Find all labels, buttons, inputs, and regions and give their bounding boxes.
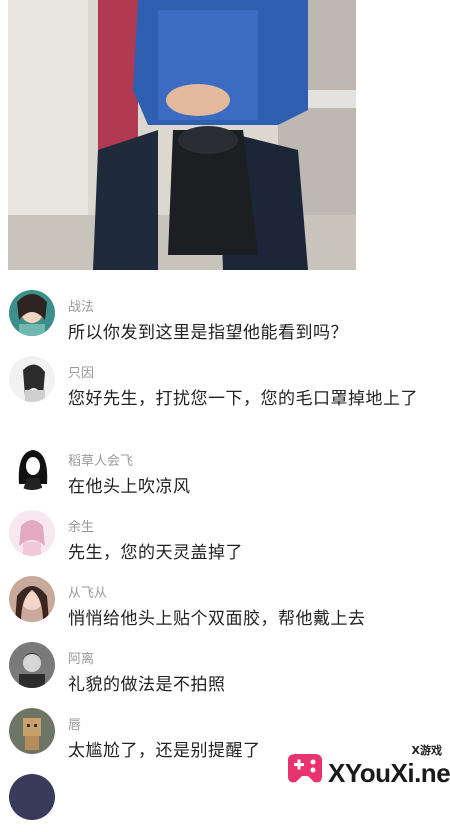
watermark-site-name: XYouXi.net [328,758,450,788]
comment-item[interactable]: 从飞从 悄悄给他头上贴个双面胶，帮他戴上去 [0,568,450,634]
gamepad-logo-icon [288,754,322,783]
user-avatar[interactable] [9,708,55,754]
user-avatar[interactable] [9,642,55,688]
comment-username[interactable]: 只因 [68,362,94,381]
comment-username[interactable]: 唇 [68,714,81,733]
comment-username[interactable]: 余生 [68,516,94,535]
comment-item[interactable]: 稻草人会飞 在他头上吹凉风 [0,436,450,502]
comment-username[interactable]: 稻草人会飞 [68,450,133,469]
comment-username[interactable]: 阿离 [68,648,94,667]
watermark-small-text: X游戏 [411,744,442,757]
comment-text: 礼貌的做法是不拍照 [68,675,226,695]
comment-text: 先生，您的天灵盖掉了 [68,543,243,563]
comment-item[interactable]: 阿离 礼貌的做法是不拍照 [0,634,450,700]
post-photo[interactable] [8,0,356,270]
comment-item[interactable]: 余生 先生，您的天灵盖掉了 [0,502,450,568]
user-avatar[interactable] [9,576,55,622]
comment-text: 悄悄给他头上贴个双面胶，帮他戴上去 [68,609,366,629]
user-avatar[interactable] [9,444,55,490]
comment-text: 您好先生，打扰您一下，您的毛口罩掉地上了 [68,389,418,409]
site-watermark: X游戏 XYouXi.net [278,740,450,798]
user-avatar[interactable] [9,356,55,402]
comment-item[interactable]: 只因 您好先生，打扰您一下，您的毛口罩掉地上了 [0,348,450,436]
comment-item[interactable]: 战法 所以你发到这里是指望他能看到吗？ [0,282,450,348]
user-avatar[interactable] [9,290,55,336]
comment-username[interactable]: 从飞从 [68,582,107,601]
user-avatar[interactable] [9,510,55,556]
comment-username[interactable]: 战法 [68,296,94,315]
comment-text: 在他头上吹凉风 [68,477,191,497]
user-avatar[interactable] [9,774,55,820]
comment-text: 所以你发到这里是指望他能看到吗？ [68,323,348,343]
